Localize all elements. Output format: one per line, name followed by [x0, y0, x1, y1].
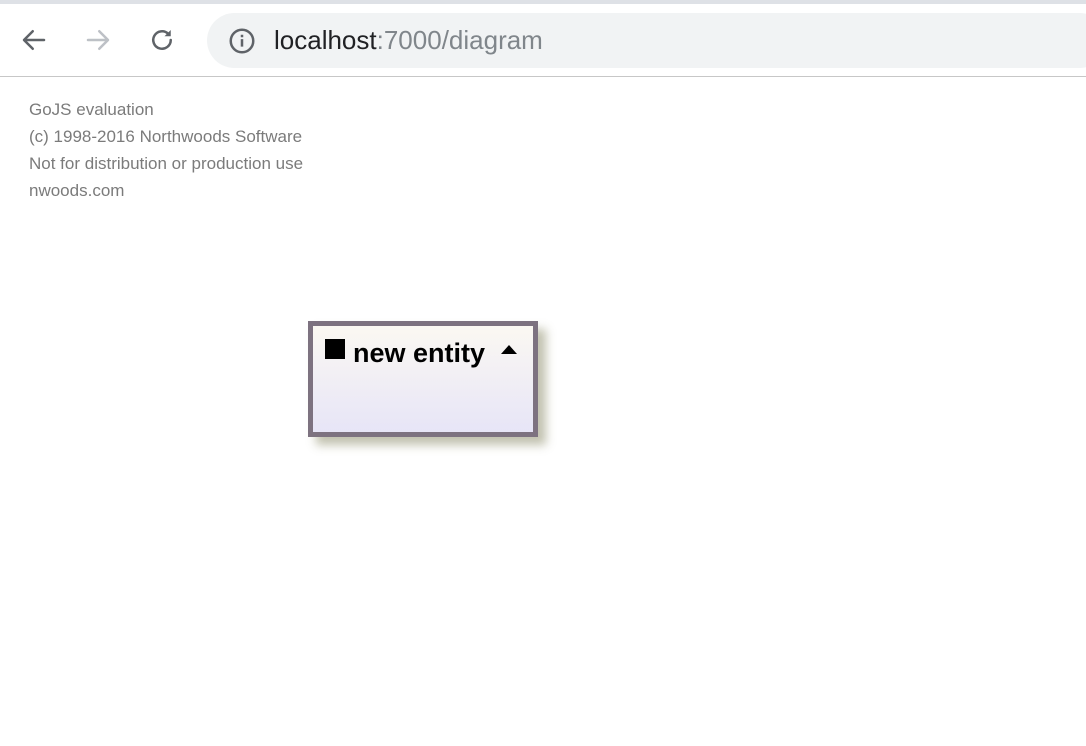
reload-icon [152, 30, 172, 50]
forward-button[interactable] [80, 22, 116, 58]
collapse-arrow-up-icon[interactable] [501, 345, 517, 354]
arrow-right-icon [86, 30, 110, 50]
gojs-watermark: GoJS evaluation (c) 1998-2016 Northwoods… [29, 96, 303, 204]
watermark-line: (c) 1998-2016 Northwoods Software [29, 127, 303, 146]
address-bar[interactable]: localhost:7000/diagram [207, 13, 1086, 68]
browser-toolbar: localhost:7000/diagram [0, 4, 1086, 77]
entity-title[interactable]: new entity [353, 337, 485, 369]
reload-button[interactable] [144, 22, 180, 58]
watermark-line: GoJS evaluation [29, 100, 154, 119]
entity-square-icon [325, 339, 345, 359]
entity-node[interactable]: new entity [308, 321, 538, 437]
watermark-line: nwoods.com [29, 181, 125, 200]
info-icon[interactable] [227, 26, 257, 56]
watermark-line: Not for distribution or production use [29, 154, 304, 173]
url-path: :7000/diagram [376, 25, 543, 55]
url-text[interactable]: localhost:7000/diagram [274, 25, 543, 55]
url-host: localhost [274, 25, 377, 55]
back-button[interactable] [16, 22, 52, 58]
arrow-left-icon [22, 30, 46, 50]
